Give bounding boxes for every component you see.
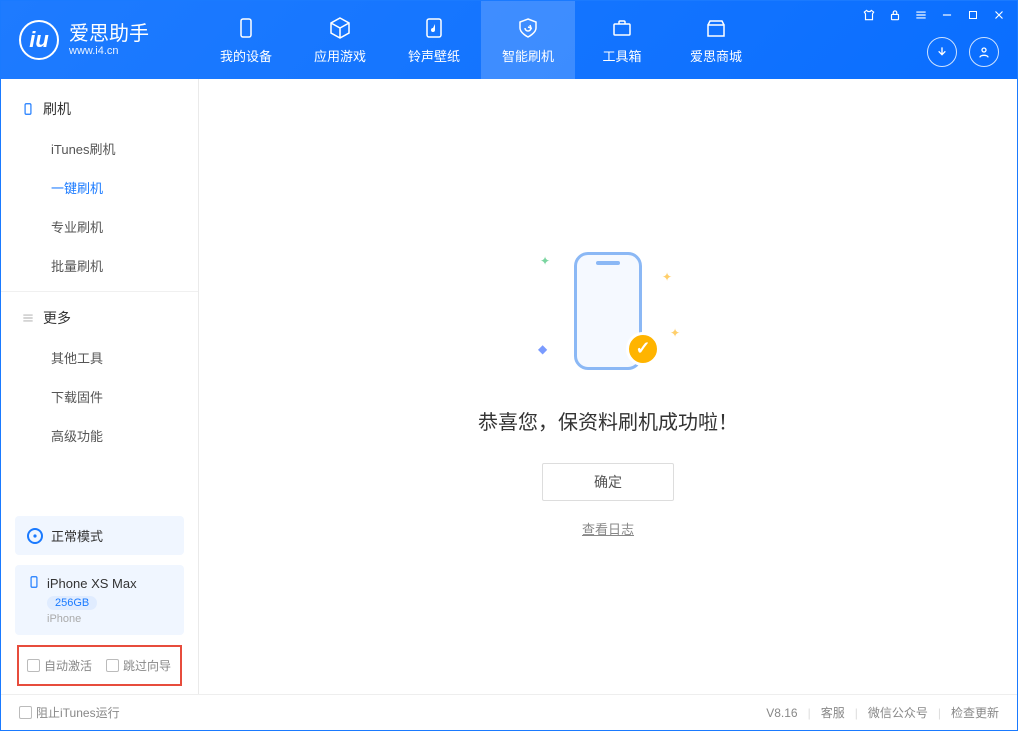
checkmark-badge-icon: ✓ (626, 332, 660, 366)
sparkle-icon: ◆ (538, 342, 547, 356)
section-label: 刷机 (43, 99, 71, 119)
phone-icon (233, 15, 259, 41)
lock-icon[interactable] (887, 7, 903, 23)
tab-label: 我的设备 (220, 46, 272, 65)
footer-right: V8.16 | 客服 | 微信公众号 | 检查更新 (766, 704, 999, 721)
header: iu 爱思助手 www.i4.cn 我的设备 应用游戏 铃声壁纸 智能刷机 (1, 1, 1017, 79)
divider (1, 291, 198, 292)
logo-area: iu 爱思助手 www.i4.cn (1, 20, 199, 60)
tab-label: 应用游戏 (314, 46, 366, 65)
side-menu: 刷机 iTunes刷机 一键刷机 专业刷机 批量刷机 更多 其他工具 下载固件 … (1, 79, 198, 506)
nav-tabs: 我的设备 应用游戏 铃声壁纸 智能刷机 工具箱 爱思商城 (199, 1, 763, 79)
main-content: ✦ ✦ ◆ ✦ ✓ 恭喜您，保资料刷机成功啦！ 确定 查看日志 (199, 79, 1017, 694)
section-more: 更多 (1, 298, 198, 338)
checkbox-icon (27, 659, 40, 672)
footer-link-service[interactable]: 客服 (821, 704, 845, 721)
checkbox-label: 阻止iTunes运行 (36, 704, 120, 721)
status-card[interactable]: 正常模式 (15, 516, 184, 555)
menu-icon[interactable] (913, 7, 929, 23)
separator: | (938, 706, 941, 720)
window-controls-top (861, 7, 1007, 23)
checkbox-icon (19, 706, 32, 719)
checkbox-block-itunes[interactable]: 阻止iTunes运行 (19, 704, 120, 721)
app-logo-icon: iu (19, 20, 59, 60)
sidebar-item-batch[interactable]: 批量刷机 (1, 246, 198, 285)
sidebar-item-firmware[interactable]: 下载固件 (1, 377, 198, 416)
phone-small-icon (21, 102, 35, 116)
sparkle-icon: ✦ (662, 270, 672, 284)
tab-label: 工具箱 (602, 46, 641, 65)
checkbox-label: 自动激活 (44, 657, 92, 674)
device-name-row: iPhone XS Max (27, 575, 172, 592)
section-label: 更多 (43, 308, 71, 328)
separator: | (808, 706, 811, 720)
footer-left: 阻止iTunes运行 (19, 704, 120, 721)
device-type: iPhone (47, 613, 172, 625)
checkbox-skip-guide[interactable]: 跳过向导 (106, 657, 171, 674)
app-logo-text: 爱思助手 www.i4.cn (69, 23, 149, 57)
maximize-icon[interactable] (965, 7, 981, 23)
briefcase-icon (609, 15, 635, 41)
shop-icon (703, 15, 729, 41)
tab-label: 爱思商城 (690, 46, 742, 65)
sidebar-bottom: 正常模式 iPhone XS Max 256GB iPhone 自动激活 (1, 506, 198, 694)
sidebar-item-pro[interactable]: 专业刷机 (1, 207, 198, 246)
body: 刷机 iTunes刷机 一键刷机 专业刷机 批量刷机 更多 其他工具 下载固件 … (1, 79, 1017, 694)
music-file-icon (421, 15, 447, 41)
tab-apps[interactable]: 应用游戏 (293, 1, 387, 79)
tab-store[interactable]: 爱思商城 (669, 1, 763, 79)
checkbox-auto-activate[interactable]: 自动激活 (27, 657, 92, 674)
refresh-shield-icon (515, 15, 541, 41)
tab-label: 铃声壁纸 (408, 46, 460, 65)
minimize-icon[interactable] (939, 7, 955, 23)
header-right-buttons (927, 37, 999, 67)
tab-toolbox[interactable]: 工具箱 (575, 1, 669, 79)
tab-flash[interactable]: 智能刷机 (481, 1, 575, 79)
tab-ringtones[interactable]: 铃声壁纸 (387, 1, 481, 79)
footer-link-wechat[interactable]: 微信公众号 (868, 704, 928, 721)
checkbox-label: 跳过向导 (123, 657, 171, 674)
sidebar-item-advanced[interactable]: 高级功能 (1, 416, 198, 455)
close-icon[interactable] (991, 7, 1007, 23)
list-small-icon (21, 311, 35, 325)
section-flash: 刷机 (1, 89, 198, 129)
device-card[interactable]: iPhone XS Max 256GB iPhone (15, 565, 184, 635)
device-storage-badge: 256GB (47, 596, 97, 610)
footer: 阻止iTunes运行 V8.16 | 客服 | 微信公众号 | 检查更新 (1, 694, 1017, 730)
footer-link-update[interactable]: 检查更新 (951, 704, 999, 721)
success-illustration: ✦ ✦ ◆ ✦ ✓ (508, 236, 708, 386)
sparkle-icon: ✦ (540, 254, 550, 268)
app-window: iu 爱思助手 www.i4.cn 我的设备 应用游戏 铃声壁纸 智能刷机 (0, 0, 1018, 731)
status-dot-icon (27, 528, 43, 544)
success-title: 恭喜您，保资料刷机成功啦！ (478, 406, 738, 435)
device-name: iPhone XS Max (47, 576, 137, 591)
sidebar-item-itunes[interactable]: iTunes刷机 (1, 129, 198, 168)
user-button[interactable] (969, 37, 999, 67)
app-name: 爱思助手 (69, 23, 149, 45)
sidebar-item-othertools[interactable]: 其他工具 (1, 338, 198, 377)
ok-button[interactable]: 确定 (542, 463, 674, 501)
sparkle-icon: ✦ (670, 326, 680, 340)
tab-label: 智能刷机 (502, 46, 554, 65)
version-label: V8.16 (766, 706, 797, 720)
device-phone-icon (27, 575, 41, 592)
separator: | (855, 706, 858, 720)
app-domain: www.i4.cn (69, 45, 149, 57)
view-log-link[interactable]: 查看日志 (582, 519, 634, 538)
sidebar: 刷机 iTunes刷机 一键刷机 专业刷机 批量刷机 更多 其他工具 下载固件 … (1, 79, 199, 694)
shirt-icon[interactable] (861, 7, 877, 23)
checkbox-highlight-row: 自动激活 跳过向导 (17, 645, 182, 686)
tab-mydevice[interactable]: 我的设备 (199, 1, 293, 79)
sidebar-item-oneclick[interactable]: 一键刷机 (1, 168, 198, 207)
download-button[interactable] (927, 37, 957, 67)
cube-icon (327, 15, 353, 41)
status-label: 正常模式 (51, 526, 103, 545)
checkbox-icon (106, 659, 119, 672)
